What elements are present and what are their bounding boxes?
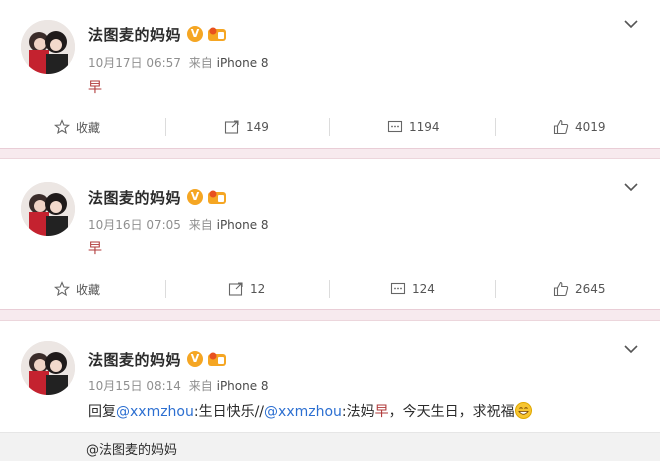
grin-emoji-icon	[514, 402, 532, 419]
reply-preview-bar[interactable]: @法图麦的妈妈	[0, 432, 660, 461]
favorite-button[interactable]: 收藏	[54, 269, 100, 309]
post-text: ，今天生日，求祝福	[388, 404, 515, 420]
verified-v-icon: V	[187, 351, 203, 367]
post-source[interactable]: iPhone 8	[217, 218, 269, 232]
verified-v-icon: V	[187, 189, 203, 205]
like-button[interactable]: 4019	[553, 107, 606, 147]
username[interactable]: 法图麦的妈妈	[88, 187, 181, 208]
repost-icon	[228, 282, 243, 296]
post-text: :法妈	[341, 404, 375, 420]
repost-button[interactable]: 149	[224, 107, 269, 147]
post-date: 10月15日 08:14	[88, 379, 181, 393]
post-source[interactable]: iPhone 8	[217, 379, 269, 393]
like-icon	[553, 119, 569, 135]
star-icon	[54, 119, 70, 135]
verified-v-icon: V	[187, 26, 203, 42]
chevron-down-icon[interactable]	[624, 182, 638, 192]
post-date: 10月17日 06:57	[88, 56, 181, 70]
post-3: 法图麦的妈妈 V 10月15日 08:14 来自 iPhone 8 回复@xxm…	[0, 321, 660, 432]
favorite-label: 收藏	[76, 282, 101, 297]
post-text: 早	[88, 241, 102, 257]
divider	[329, 118, 330, 136]
member-badge-icon	[208, 27, 226, 41]
divider	[165, 118, 166, 136]
reply-prefix: 回复	[88, 404, 116, 420]
post-text: :生日快乐//	[193, 404, 265, 420]
favorite-button[interactable]: 收藏	[54, 107, 100, 147]
source-prefix: 来自	[188, 379, 213, 393]
post-highlight: 早	[374, 404, 389, 420]
comment-button[interactable]: 124	[390, 269, 435, 309]
username[interactable]: 法图麦的妈妈	[88, 349, 181, 370]
comment-icon	[387, 120, 403, 133]
chevron-down-icon[interactable]	[624, 344, 638, 354]
feed-divider	[0, 309, 660, 321]
source-prefix: 来自	[188, 56, 213, 70]
post-source[interactable]: iPhone 8	[217, 56, 269, 70]
comment-count: 124	[412, 282, 435, 296]
divider	[495, 280, 496, 298]
like-count: 2645	[575, 282, 606, 296]
feed-divider	[0, 148, 660, 159]
comment-icon	[390, 282, 406, 295]
like-icon	[553, 281, 569, 297]
post-meta: 10月17日 06:57 来自 iPhone 8	[88, 54, 269, 71]
post-date: 10月16日 07:05	[88, 218, 181, 232]
repost-button[interactable]: 12	[228, 269, 265, 309]
reply-preview-mention[interactable]: @法图麦的妈妈	[86, 439, 177, 458]
divider	[165, 280, 166, 298]
post-2: 法图麦的妈妈 V 10月16日 07:05 来自 iPhone 8 早 收藏 1…	[0, 159, 660, 309]
username[interactable]: 法图麦的妈妈	[88, 24, 181, 45]
divider	[329, 280, 330, 298]
action-bar: 收藏 12 124 2645	[0, 269, 660, 309]
mention-link[interactable]: @xxmzhou	[264, 404, 342, 420]
action-bar: 收藏 149 1194 4019	[0, 107, 660, 147]
post-meta: 10月15日 08:14 来自 iPhone 8	[88, 377, 269, 394]
star-icon	[54, 281, 70, 297]
comment-button[interactable]: 1194	[387, 107, 440, 147]
repost-icon	[224, 120, 239, 134]
member-badge-icon	[208, 190, 226, 204]
source-prefix: 来自	[188, 218, 213, 232]
chevron-down-icon[interactable]	[624, 19, 638, 29]
repost-count: 149	[246, 120, 269, 134]
like-count: 4019	[575, 120, 606, 134]
post-1: 法图麦的妈妈 V 10月17日 06:57 来自 iPhone 8 早 收藏 1…	[0, 0, 660, 148]
avatar[interactable]	[21, 341, 75, 395]
post-content: 回复@xxmzhou:生日快乐//@xxmzhou:法妈早，今天生日，求祝福	[88, 401, 532, 421]
like-button[interactable]: 2645	[553, 269, 606, 309]
mention-link[interactable]: @xxmzhou	[116, 404, 194, 420]
comment-count: 1194	[409, 120, 440, 134]
member-badge-icon	[208, 352, 226, 366]
post-content: 早	[88, 77, 102, 97]
avatar[interactable]	[21, 182, 75, 236]
post-text: 早	[88, 80, 102, 96]
post-meta: 10月16日 07:05 来自 iPhone 8	[88, 216, 269, 233]
avatar[interactable]	[21, 20, 75, 74]
divider	[495, 118, 496, 136]
post-content: 早	[88, 238, 102, 258]
favorite-label: 收藏	[76, 120, 101, 135]
repost-count: 12	[250, 282, 266, 296]
